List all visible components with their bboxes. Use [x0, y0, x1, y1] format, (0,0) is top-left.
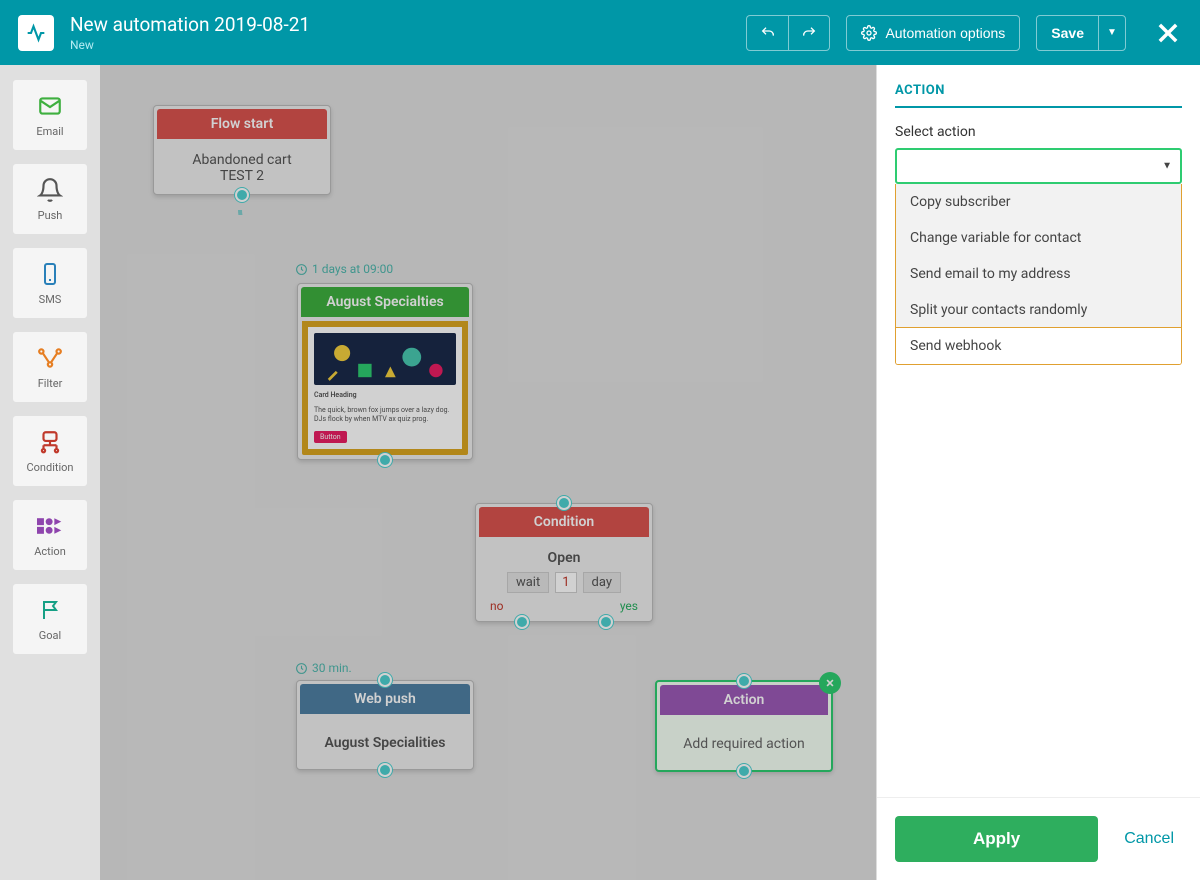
- delete-node-button[interactable]: [819, 672, 841, 694]
- palette-email[interactable]: Email: [12, 79, 88, 151]
- panel-heading: ACTION: [895, 83, 1182, 108]
- node-title: Condition: [479, 507, 649, 537]
- palette-push[interactable]: Push: [12, 163, 88, 235]
- action-select[interactable]: ▼: [895, 148, 1182, 184]
- element-palette: Email Push SMS Filter Condition Action G…: [0, 65, 100, 880]
- flag-icon: [37, 597, 63, 623]
- node-webpush[interactable]: Web push August Specialities: [296, 680, 474, 770]
- node-title: Action: [660, 685, 828, 715]
- port-in[interactable]: [557, 496, 571, 510]
- node-flow-start[interactable]: Flow start Abandoned cart TEST 2: [153, 105, 331, 195]
- node-body: Open wait 1 day: [476, 540, 652, 595]
- close-icon: [825, 678, 835, 688]
- email-icon: [37, 93, 63, 119]
- port-in[interactable]: [737, 674, 751, 688]
- node-body: Add required action: [657, 718, 831, 770]
- condition-outcomes: no yes: [476, 595, 652, 621]
- page-subtitle: New: [70, 38, 730, 52]
- undo-button[interactable]: [746, 15, 788, 51]
- title-group: New automation 2019-08-21 New: [70, 13, 730, 52]
- palette-action[interactable]: Action: [12, 499, 88, 571]
- palette-filter[interactable]: Filter: [12, 331, 88, 403]
- chevron-down-icon: ▼: [1162, 161, 1172, 172]
- action-option[interactable]: Send email to my address: [896, 256, 1181, 292]
- automation-options-button[interactable]: Automation options: [846, 15, 1020, 51]
- node-email[interactable]: August Specialties Card Heading: [297, 283, 473, 460]
- gear-icon: [861, 25, 877, 41]
- app-header: New automation 2019-08-21 New Automation…: [0, 0, 1200, 65]
- save-dropdown-button[interactable]: ▼: [1098, 15, 1126, 51]
- apply-button[interactable]: Apply: [895, 816, 1098, 862]
- palette-label: Goal: [39, 629, 61, 642]
- wait-label: 1 days at 09:00: [295, 262, 393, 276]
- action-config-panel: ACTION Select action ▼ Copy subscriber C…: [876, 65, 1200, 880]
- select-action-label: Select action: [895, 124, 1182, 140]
- port-yes[interactable]: [599, 615, 613, 629]
- wait-label: 30 min.: [295, 661, 352, 675]
- chevron-down-icon: ▼: [1107, 27, 1117, 38]
- port-out[interactable]: [378, 763, 392, 777]
- save-group: Save ▼: [1036, 15, 1126, 51]
- close-icon[interactable]: [1154, 19, 1182, 47]
- undo-icon: [760, 25, 776, 41]
- action-option[interactable]: Split your contacts randomly: [896, 292, 1181, 328]
- clock-icon: [295, 263, 308, 276]
- port-out[interactable]: [235, 188, 249, 202]
- redo-icon: [801, 25, 817, 41]
- action-option[interactable]: Change variable for contact: [896, 220, 1181, 256]
- action-dropdown: Copy subscriber Change variable for cont…: [895, 184, 1182, 365]
- action-option[interactable]: Send webhook: [895, 327, 1182, 365]
- node-title: Flow start: [157, 109, 327, 139]
- action-icon: [37, 513, 63, 539]
- node-title: Web push: [300, 684, 470, 714]
- node-body: August Specialities: [297, 717, 473, 769]
- palette-label: Push: [38, 209, 63, 222]
- clock-icon: [295, 662, 308, 675]
- condition-icon: [37, 429, 63, 455]
- palette-label: Email: [36, 125, 63, 138]
- palette-condition[interactable]: Condition: [12, 415, 88, 487]
- panel-footer: Apply Cancel: [877, 797, 1200, 880]
- palette-label: SMS: [39, 293, 62, 306]
- redo-button[interactable]: [788, 15, 830, 51]
- node-action[interactable]: Action Add required action: [655, 680, 833, 772]
- node-title: August Specialties: [301, 287, 469, 317]
- phone-icon: [37, 261, 63, 287]
- save-label: Save: [1051, 25, 1084, 41]
- hero-shapes-icon: [318, 337, 452, 385]
- node-body: Abandoned cart TEST 2: [154, 142, 330, 194]
- email-preview: Card Heading The quick, brown fox jumps …: [302, 321, 468, 455]
- palette-sms[interactable]: SMS: [12, 247, 88, 319]
- port-out[interactable]: [737, 764, 751, 778]
- flow-canvas[interactable]: Flow start Abandoned cart TEST 2 1 days …: [100, 65, 876, 880]
- node-condition[interactable]: Condition Open wait 1 day no yes: [475, 503, 653, 622]
- palette-goal[interactable]: Goal: [12, 583, 88, 655]
- palette-label: Condition: [26, 461, 73, 474]
- pulse-icon: [26, 23, 46, 43]
- app-logo: [18, 15, 54, 51]
- port-no[interactable]: [515, 615, 529, 629]
- palette-label: Filter: [38, 377, 63, 390]
- save-button[interactable]: Save: [1036, 15, 1098, 51]
- page-title: New automation 2019-08-21: [70, 13, 730, 36]
- port-in[interactable]: [378, 673, 392, 687]
- palette-label: Action: [34, 545, 66, 558]
- action-option[interactable]: Copy subscriber: [896, 184, 1181, 220]
- undo-redo-group: [746, 15, 830, 51]
- bell-icon: [37, 177, 63, 203]
- filter-icon: [37, 345, 63, 371]
- cancel-button[interactable]: Cancel: [1116, 830, 1182, 848]
- port-out[interactable]: [378, 453, 392, 467]
- automation-options-label: Automation options: [885, 25, 1005, 41]
